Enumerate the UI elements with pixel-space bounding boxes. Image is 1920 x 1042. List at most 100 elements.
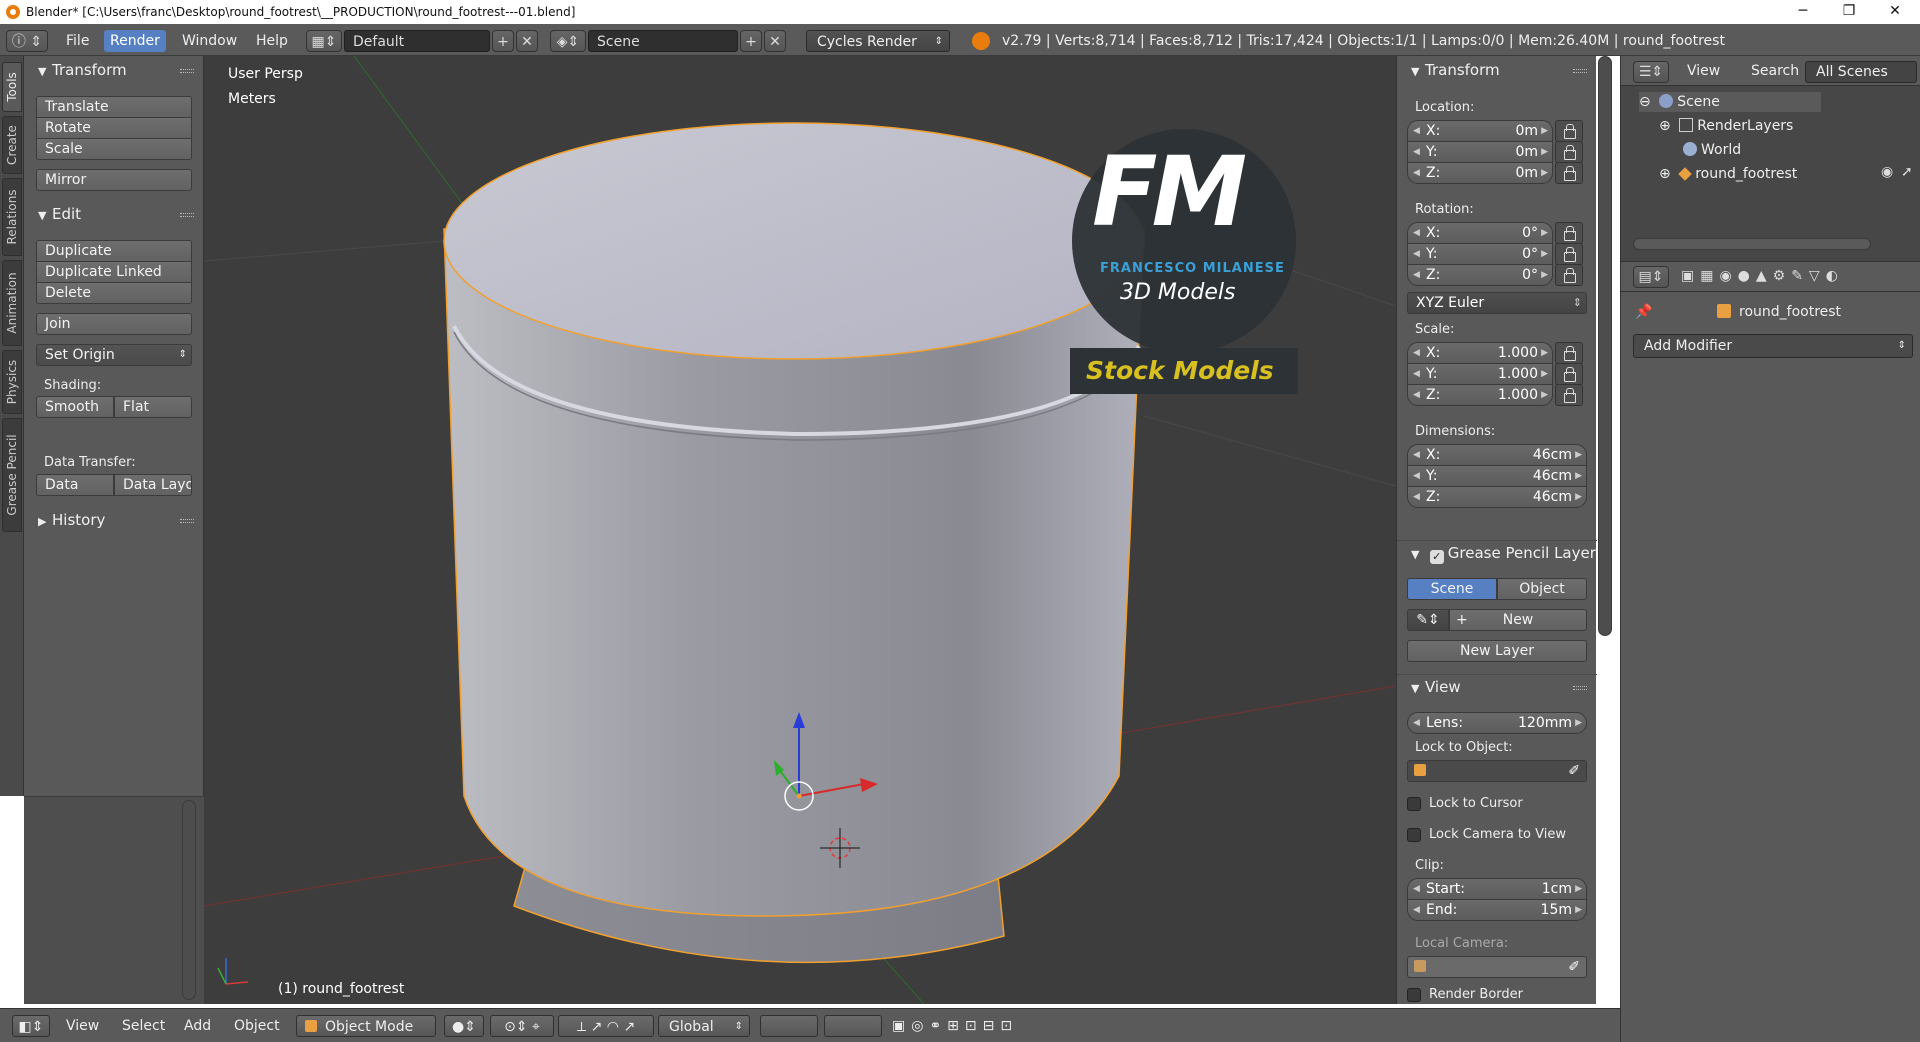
render-engine-select[interactable]: Cycles Render ⇕: [806, 30, 950, 52]
gp-new-button[interactable]: + New: [1449, 609, 1587, 631]
data-layout-button[interactable]: Data Layo: [114, 474, 192, 496]
scale-y-field[interactable]: ◀ Y: 1.000 ▶: [1407, 363, 1553, 385]
collapse-icon[interactable]: ⊖: [1639, 94, 1651, 110]
outliner-scrollbar[interactable]: [1633, 238, 1871, 250]
outliner-item-round-footrest[interactable]: ⊕ round_footrest: [1659, 164, 1797, 184]
smooth-button[interactable]: Smooth: [36, 396, 114, 418]
layout-add-button[interactable]: +: [492, 30, 514, 52]
join-button[interactable]: Join: [36, 313, 192, 335]
properties-editor-type[interactable]: ▤⇕: [1633, 266, 1669, 288]
transform-orientation-select[interactable]: Global ⇕: [658, 1015, 750, 1037]
gp-scene-toggle[interactable]: Scene: [1407, 578, 1497, 600]
tab-tools[interactable]: Tools: [2, 62, 22, 112]
cursor-select-icon[interactable]: ➚: [1901, 164, 1913, 180]
panel-edit-header[interactable]: ▼ Edit: [24, 202, 204, 226]
duplicate-linked-button[interactable]: Duplicate Linked: [36, 261, 192, 283]
outliner-item-scene[interactable]: ⊖ Scene: [1639, 92, 1821, 112]
rotation-x-field[interactable]: ◀ X: 0° ▶: [1407, 222, 1553, 244]
scene-browse-button[interactable]: ◈⇕: [550, 30, 586, 52]
lock-location-y-icon[interactable]: [1555, 141, 1583, 163]
scale-button[interactable]: Scale: [36, 138, 192, 160]
duplicate-button[interactable]: Duplicate: [36, 240, 192, 262]
flat-button[interactable]: Flat: [114, 396, 192, 418]
rotate-button[interactable]: Rotate: [36, 117, 192, 139]
lens-field[interactable]: ◀ Lens: 120mm ▶: [1407, 712, 1587, 734]
eyedropper-icon[interactable]: ✐: [1568, 957, 1580, 977]
data-transfer-button[interactable]: Data: [36, 474, 114, 496]
manipulator-toggles[interactable]: ⟂ ↗ ◠ ↗: [558, 1015, 654, 1037]
npanel-grease-pencil-header[interactable]: ▼ ✓ Grease Pencil Layer: [1397, 540, 1597, 564]
pin-icon[interactable]: 📌: [1635, 304, 1652, 320]
layout-browse-button[interactable]: ▦⇕: [306, 30, 342, 52]
npanel-transform-header[interactable]: ▼ Transform: [1397, 58, 1597, 82]
property-context-tabs[interactable]: ▣▦◉●▲⚙✎▽◐: [1681, 268, 1844, 284]
npanel-scrollbar[interactable]: [1598, 56, 1612, 636]
drag-grip-icon[interactable]: [1573, 69, 1587, 73]
viewport-menu-view[interactable]: View: [66, 1015, 99, 1037]
checkbox-checked-icon[interactable]: ✓: [1429, 550, 1444, 564]
footrest-top[interactable]: [443, 122, 1145, 360]
menu-help[interactable]: Help: [250, 30, 294, 52]
dimensions-y-field[interactable]: ◀ Y: 46cm ▶: [1407, 465, 1587, 487]
layer-buttons-left[interactable]: [760, 1015, 818, 1037]
scale-x-field[interactable]: ◀ X: 1.000 ▶: [1407, 342, 1553, 364]
outliner-item-world[interactable]: World: [1679, 140, 1741, 160]
scene-remove-button[interactable]: ✕: [764, 30, 786, 52]
gp-browse-button[interactable]: ✎⇕: [1407, 609, 1449, 631]
scene-name-field[interactable]: Scene: [588, 30, 738, 52]
tab-grease-pencil[interactable]: Grease Pencil: [2, 418, 22, 532]
menu-render[interactable]: Render: [104, 30, 166, 52]
outliner-item-renderlayers[interactable]: ⊕ RenderLayers: [1659, 116, 1793, 136]
drag-grip-icon[interactable]: [180, 69, 194, 73]
location-y-field[interactable]: ◀ Y: 0m ▶: [1407, 141, 1553, 163]
scale-z-field[interactable]: ◀ Z: 1.000 ▶: [1407, 384, 1553, 406]
layout-name-field[interactable]: Default: [344, 30, 490, 52]
gp-new-layer-button[interactable]: New Layer: [1407, 640, 1587, 662]
close-button[interactable]: ✕: [1872, 0, 1918, 24]
lock-scale-z-icon[interactable]: [1555, 384, 1583, 406]
lock-location-x-icon[interactable]: [1555, 120, 1583, 142]
pivot-and-manipulator[interactable]: ⊙⇕ ⌖: [490, 1015, 554, 1037]
dimensions-x-field[interactable]: ◀ X: 46cm ▶: [1407, 444, 1587, 466]
clip-end-field[interactable]: ◀ End: 15m ▶: [1407, 899, 1587, 921]
local-camera-field[interactable]: ✐: [1407, 956, 1587, 978]
outliner-menu-search[interactable]: Search: [1751, 63, 1799, 79]
layout-remove-button[interactable]: ✕: [516, 30, 538, 52]
dimensions-z-field[interactable]: ◀ Z: 46cm ▶: [1407, 486, 1587, 508]
editor-type-button[interactable]: ⓘ ⇕: [6, 30, 48, 52]
lock-object-field[interactable]: ✐: [1407, 760, 1587, 782]
delete-button[interactable]: Delete: [36, 282, 192, 304]
rotation-mode-select[interactable]: XYZ Euler ⇕: [1407, 292, 1587, 314]
clip-start-field[interactable]: ◀ Start: 1cm ▶: [1407, 878, 1587, 900]
tab-animation[interactable]: Animation: [2, 260, 22, 346]
outliner-editor-type[interactable]: ☰⇕: [1633, 61, 1669, 83]
set-origin-select[interactable]: Set Origin ⇕: [36, 344, 192, 366]
menu-file[interactable]: File: [60, 30, 95, 52]
scene-add-button[interactable]: +: [740, 30, 762, 52]
lock-rotation-y-icon[interactable]: [1555, 243, 1583, 265]
3d-viewport[interactable]: User Persp Meters (1) round_footrest FM …: [204, 56, 1396, 1004]
drag-grip-icon[interactable]: [1573, 686, 1587, 690]
location-x-field[interactable]: ◀ X: 0m ▶: [1407, 120, 1553, 142]
gp-object-toggle[interactable]: Object: [1497, 578, 1587, 600]
viewport-shading-select[interactable]: ●⇕: [444, 1015, 484, 1037]
rotation-y-field[interactable]: ◀ Y: 0° ▶: [1407, 243, 1553, 265]
render-border-checkbox[interactable]: [1407, 988, 1421, 1002]
tab-relations[interactable]: Relations: [2, 178, 22, 256]
mirror-button[interactable]: Mirror: [36, 169, 192, 191]
menu-window[interactable]: Window: [176, 30, 243, 52]
location-z-field[interactable]: ◀ Z: 0m ▶: [1407, 162, 1553, 184]
add-modifier-select[interactable]: Add Modifier ⇕: [1633, 334, 1913, 358]
outliner-display-mode[interactable]: All Scenes: [1805, 61, 1917, 83]
layer-buttons-right[interactable]: [824, 1015, 882, 1037]
eyedropper-icon[interactable]: ✐: [1568, 761, 1580, 781]
lock-location-z-icon[interactable]: [1555, 162, 1583, 184]
eye-icon[interactable]: ◉: [1881, 164, 1893, 180]
lock-rotation-z-icon[interactable]: [1555, 264, 1583, 286]
npanel-view-header[interactable]: ▼ View: [1397, 674, 1597, 698]
expand-icon[interactable]: ⊕: [1659, 118, 1671, 134]
viewport-editor-type[interactable]: ◧⇕: [12, 1015, 50, 1037]
panel-history-header[interactable]: ▶ History: [24, 508, 204, 532]
viewport-toggle-icons[interactable]: ▣◎⚭⊞⊡⊟⊡: [892, 1015, 1018, 1037]
minimize-button[interactable]: ─: [1780, 0, 1826, 24]
